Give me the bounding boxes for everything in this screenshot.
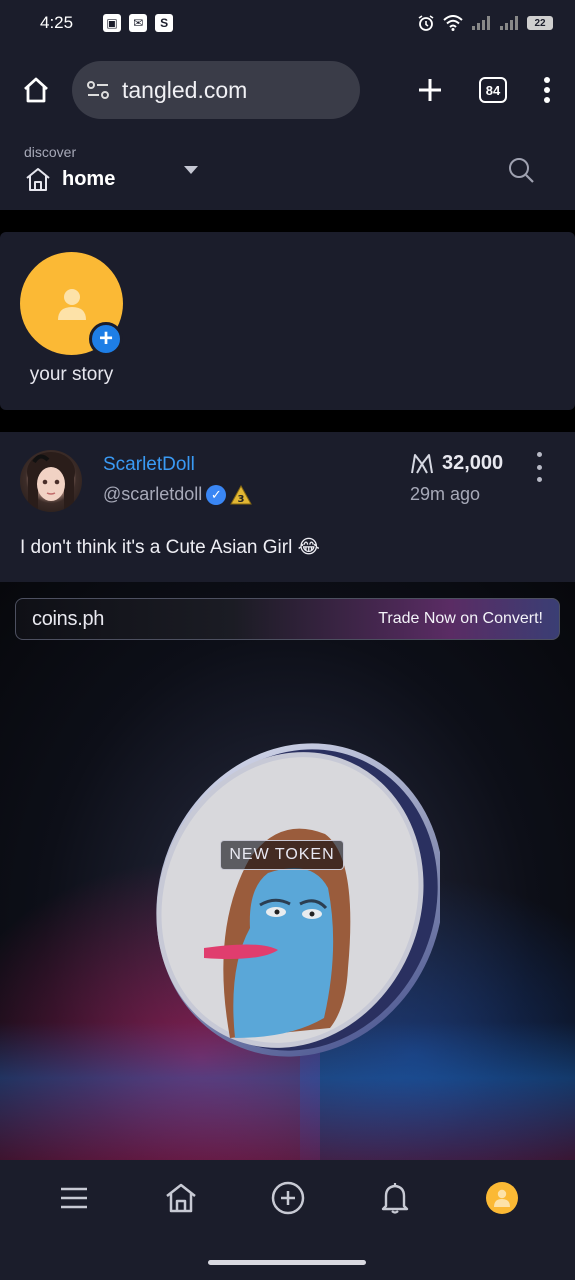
s-app-icon: S [155, 14, 174, 32]
dot-icon [536, 452, 542, 457]
bottom-navigation [0, 1160, 575, 1280]
search-icon [509, 158, 534, 183]
site-settings-icon[interactable] [86, 80, 110, 100]
signal-icon-2 [500, 16, 518, 30]
author-avatar[interactable] [20, 450, 82, 512]
wifi-icon [443, 15, 463, 31]
token-coin-image [156, 743, 440, 1057]
verified-badge-icon: ✓ [206, 484, 227, 505]
home-outline-icon [26, 168, 50, 191]
bell-icon [381, 1183, 408, 1214]
post-card: ScarletDoll @scarletdoll ✓ 3 32,000 29m … [0, 432, 575, 582]
url-text: tangled.com [122, 76, 248, 103]
search-button[interactable] [507, 156, 535, 189]
status-time: 4:25 [40, 13, 74, 32]
browser-actions: 84 [417, 77, 559, 103]
add-story-button[interactable]: + [89, 322, 123, 356]
score-icon [411, 453, 433, 473]
rank-badge-icon: 3 [230, 484, 253, 505]
chevron-down-icon[interactable] [184, 166, 198, 174]
feed-selector[interactable]: home [24, 166, 551, 192]
tab-switcher-button[interactable]: 84 [479, 77, 507, 103]
system-icons: 22 [417, 14, 553, 32]
post-score[interactable]: 32,000 [410, 452, 503, 475]
ad-brand: coins.ph [32, 607, 105, 630]
bottom-nav-row [0, 1178, 575, 1218]
nav-home[interactable] [161, 1178, 201, 1218]
nav-profile[interactable] [482, 1178, 522, 1218]
dot-icon [536, 477, 542, 482]
browser-home-button[interactable] [16, 70, 56, 110]
signal-icon [472, 16, 490, 30]
ad-cta[interactable]: Trade Now on Convert! [378, 610, 543, 628]
post-timestamp: 29m ago [410, 484, 481, 504]
score-value: 32,000 [442, 452, 504, 474]
overflow-menu-icon[interactable] [543, 77, 551, 103]
browser-toolbar: tangled.com 84 [0, 46, 575, 134]
nav-notifications[interactable] [375, 1178, 415, 1218]
post-more-menu[interactable] [532, 452, 546, 482]
rank-number: 3 [238, 494, 245, 505]
gesture-handle[interactable] [208, 1260, 366, 1265]
sim-card-icon: ▣ [103, 14, 122, 32]
author-name[interactable]: ScarletDoll [103, 454, 195, 476]
post-text: I don't think it's a Cute Asian Girl 😂 [20, 537, 320, 558]
plus-circle-icon [271, 1181, 304, 1215]
menu-icon [60, 1187, 87, 1209]
feed-title: home [62, 167, 116, 190]
url-bar[interactable]: tangled.com [72, 61, 360, 119]
alarm-icon [418, 15, 434, 31]
new-token-label: NEW TOKEN [220, 840, 344, 870]
battery-icon: 22 [527, 16, 553, 30]
nav-create[interactable] [268, 1178, 308, 1218]
ad-banner[interactable]: coins.ph Trade Now on Convert! [15, 598, 560, 640]
profile-avatar [485, 1182, 518, 1214]
user-placeholder-icon [57, 288, 86, 320]
author-handle-row: @scarletdoll ✓ 3 [103, 484, 253, 505]
new-tab-icon[interactable] [417, 77, 443, 103]
stories-section: + your story [0, 232, 575, 410]
discover-header: discover home [0, 134, 575, 210]
nav-menu[interactable] [54, 1178, 94, 1218]
dot-icon [536, 464, 542, 470]
home-nav-icon [165, 1183, 196, 1213]
mail-icon: ✉ [129, 14, 148, 32]
your-story-label: your story [29, 364, 114, 385]
author-handle[interactable]: @scarletdoll [103, 484, 202, 505]
status-bar: 4:25 ▣ ✉ S 22 [0, 0, 575, 46]
discover-label: discover [24, 144, 77, 160]
post-media[interactable]: coins.ph Trade Now on Convert! NEW TOKEN [0, 582, 575, 1160]
home-icon [24, 77, 48, 103]
user-icon [493, 1189, 510, 1207]
notification-icons: ▣ ✉ S [103, 14, 174, 32]
